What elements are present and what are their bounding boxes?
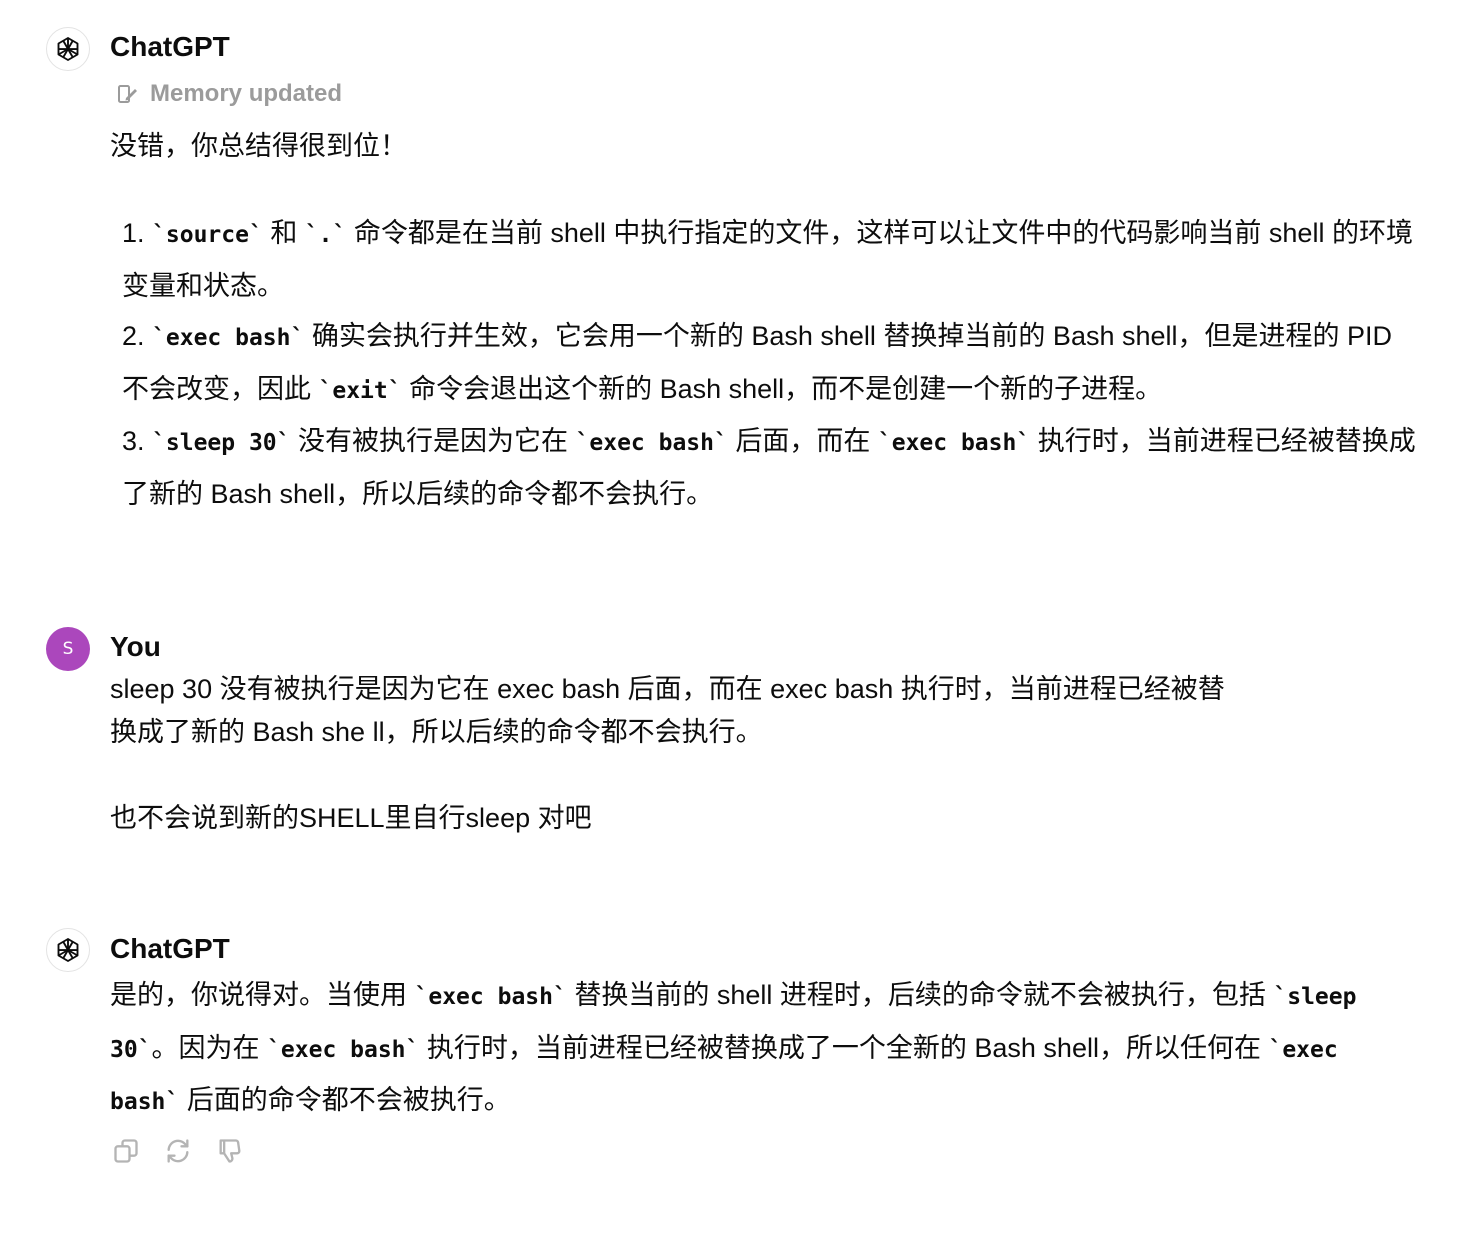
inline-code: `exec bash` (877, 430, 1031, 456)
list-number: 3. (122, 426, 153, 456)
user-avatar: S (46, 627, 90, 671)
text-segment: 。因为在 (151, 1032, 268, 1063)
author-name: ChatGPT (110, 933, 230, 964)
inline-code: `source` (152, 222, 263, 248)
list-item: 3. `sleep 30` 没有被执行是因为它在 `exec bash` 后面，… (122, 416, 1422, 519)
memory-label: Memory updated (150, 80, 343, 107)
copy-button[interactable] (112, 1136, 140, 1166)
thumbs-down-button[interactable] (216, 1136, 244, 1166)
list-number: 2. (122, 321, 153, 351)
text-segment: 执行时，当前进程已经被替换成了一个全新的 Bash shell，所以任何在 (419, 1032, 1269, 1063)
text-segment: 是的，你说得对。当使用 (110, 980, 415, 1010)
author-name: You (110, 631, 161, 662)
text-segment: 后面的命令都不会被执行。 (179, 1085, 511, 1115)
numbered-list: 1. `source` 和 `.` 命令都是在当前 shell 中执行指定的文件… (122, 208, 1422, 519)
list-item: 1. `source` 和 `.` 命令都是在当前 shell 中执行指定的文件… (122, 208, 1422, 311)
assistant-message-1: ChatGPT Memory updated 没错，你总结得很到位！ 1. `s… (0, 0, 1478, 560)
text-segment: 和 (262, 218, 305, 248)
assistant-intro: 没错，你总结得很到位！ (110, 131, 407, 161)
chatgpt-avatar (46, 928, 90, 972)
memory-updated-indicator[interactable]: Memory updated (116, 80, 342, 108)
list-number: 1. (122, 218, 153, 248)
inline-code: `exec bash` (267, 1036, 420, 1063)
inline-code: `sleep 30` (152, 430, 291, 456)
thumbs-down-icon (219, 1139, 241, 1163)
text-segment: 没有被执行是因为它在 (290, 426, 576, 456)
copy-icon (114, 1139, 138, 1163)
user-text-line-1: sleep 30 没有被执行是因为它在 exec bash 后面，而在 exec… (110, 674, 1225, 704)
user-text-line-3: 也不会说到新的SHELL里自行sleep 对吧 (110, 803, 592, 833)
user-text-line-2: 换成了新的 Bash she ll，所以后续的命令都不会执行。 (110, 717, 763, 747)
openai-logo-icon (57, 37, 79, 61)
memory-edit-icon (118, 85, 137, 103)
message-actions (112, 1136, 244, 1166)
inline-code: `exec bash` (414, 984, 567, 1010)
inline-code: `exec bash` (575, 430, 728, 456)
regenerate-button[interactable] (164, 1136, 192, 1166)
text-segment: 替换当前的 shell 进程时，后续的命令就不会被执行，包括 (566, 980, 1274, 1010)
regenerate-icon (167, 1139, 189, 1163)
assistant-reply: 是的，你说得对。当使用 `exec bash` 替换当前的 shell 进程时，… (110, 970, 1420, 1128)
chatgpt-avatar (46, 27, 90, 71)
text-segment: 后面，而在 (727, 426, 878, 456)
user-message: S You sleep 30 没有被执行是因为它在 exec bash 后面，而… (0, 620, 1478, 860)
openai-logo-icon (57, 938, 79, 962)
inline-code: `exit` (318, 377, 402, 404)
author-name: ChatGPT (110, 31, 230, 62)
text-segment: 命令会退出这个新的 Bash shell，而不是创建一个新的子进程。 (401, 373, 1163, 404)
inline-code: `.` (304, 222, 347, 248)
list-item: 2. `exec bash` 确实会执行并生效，它会用一个新的 Bash she… (122, 311, 1422, 416)
inline-code: `exec bash` (152, 325, 305, 351)
